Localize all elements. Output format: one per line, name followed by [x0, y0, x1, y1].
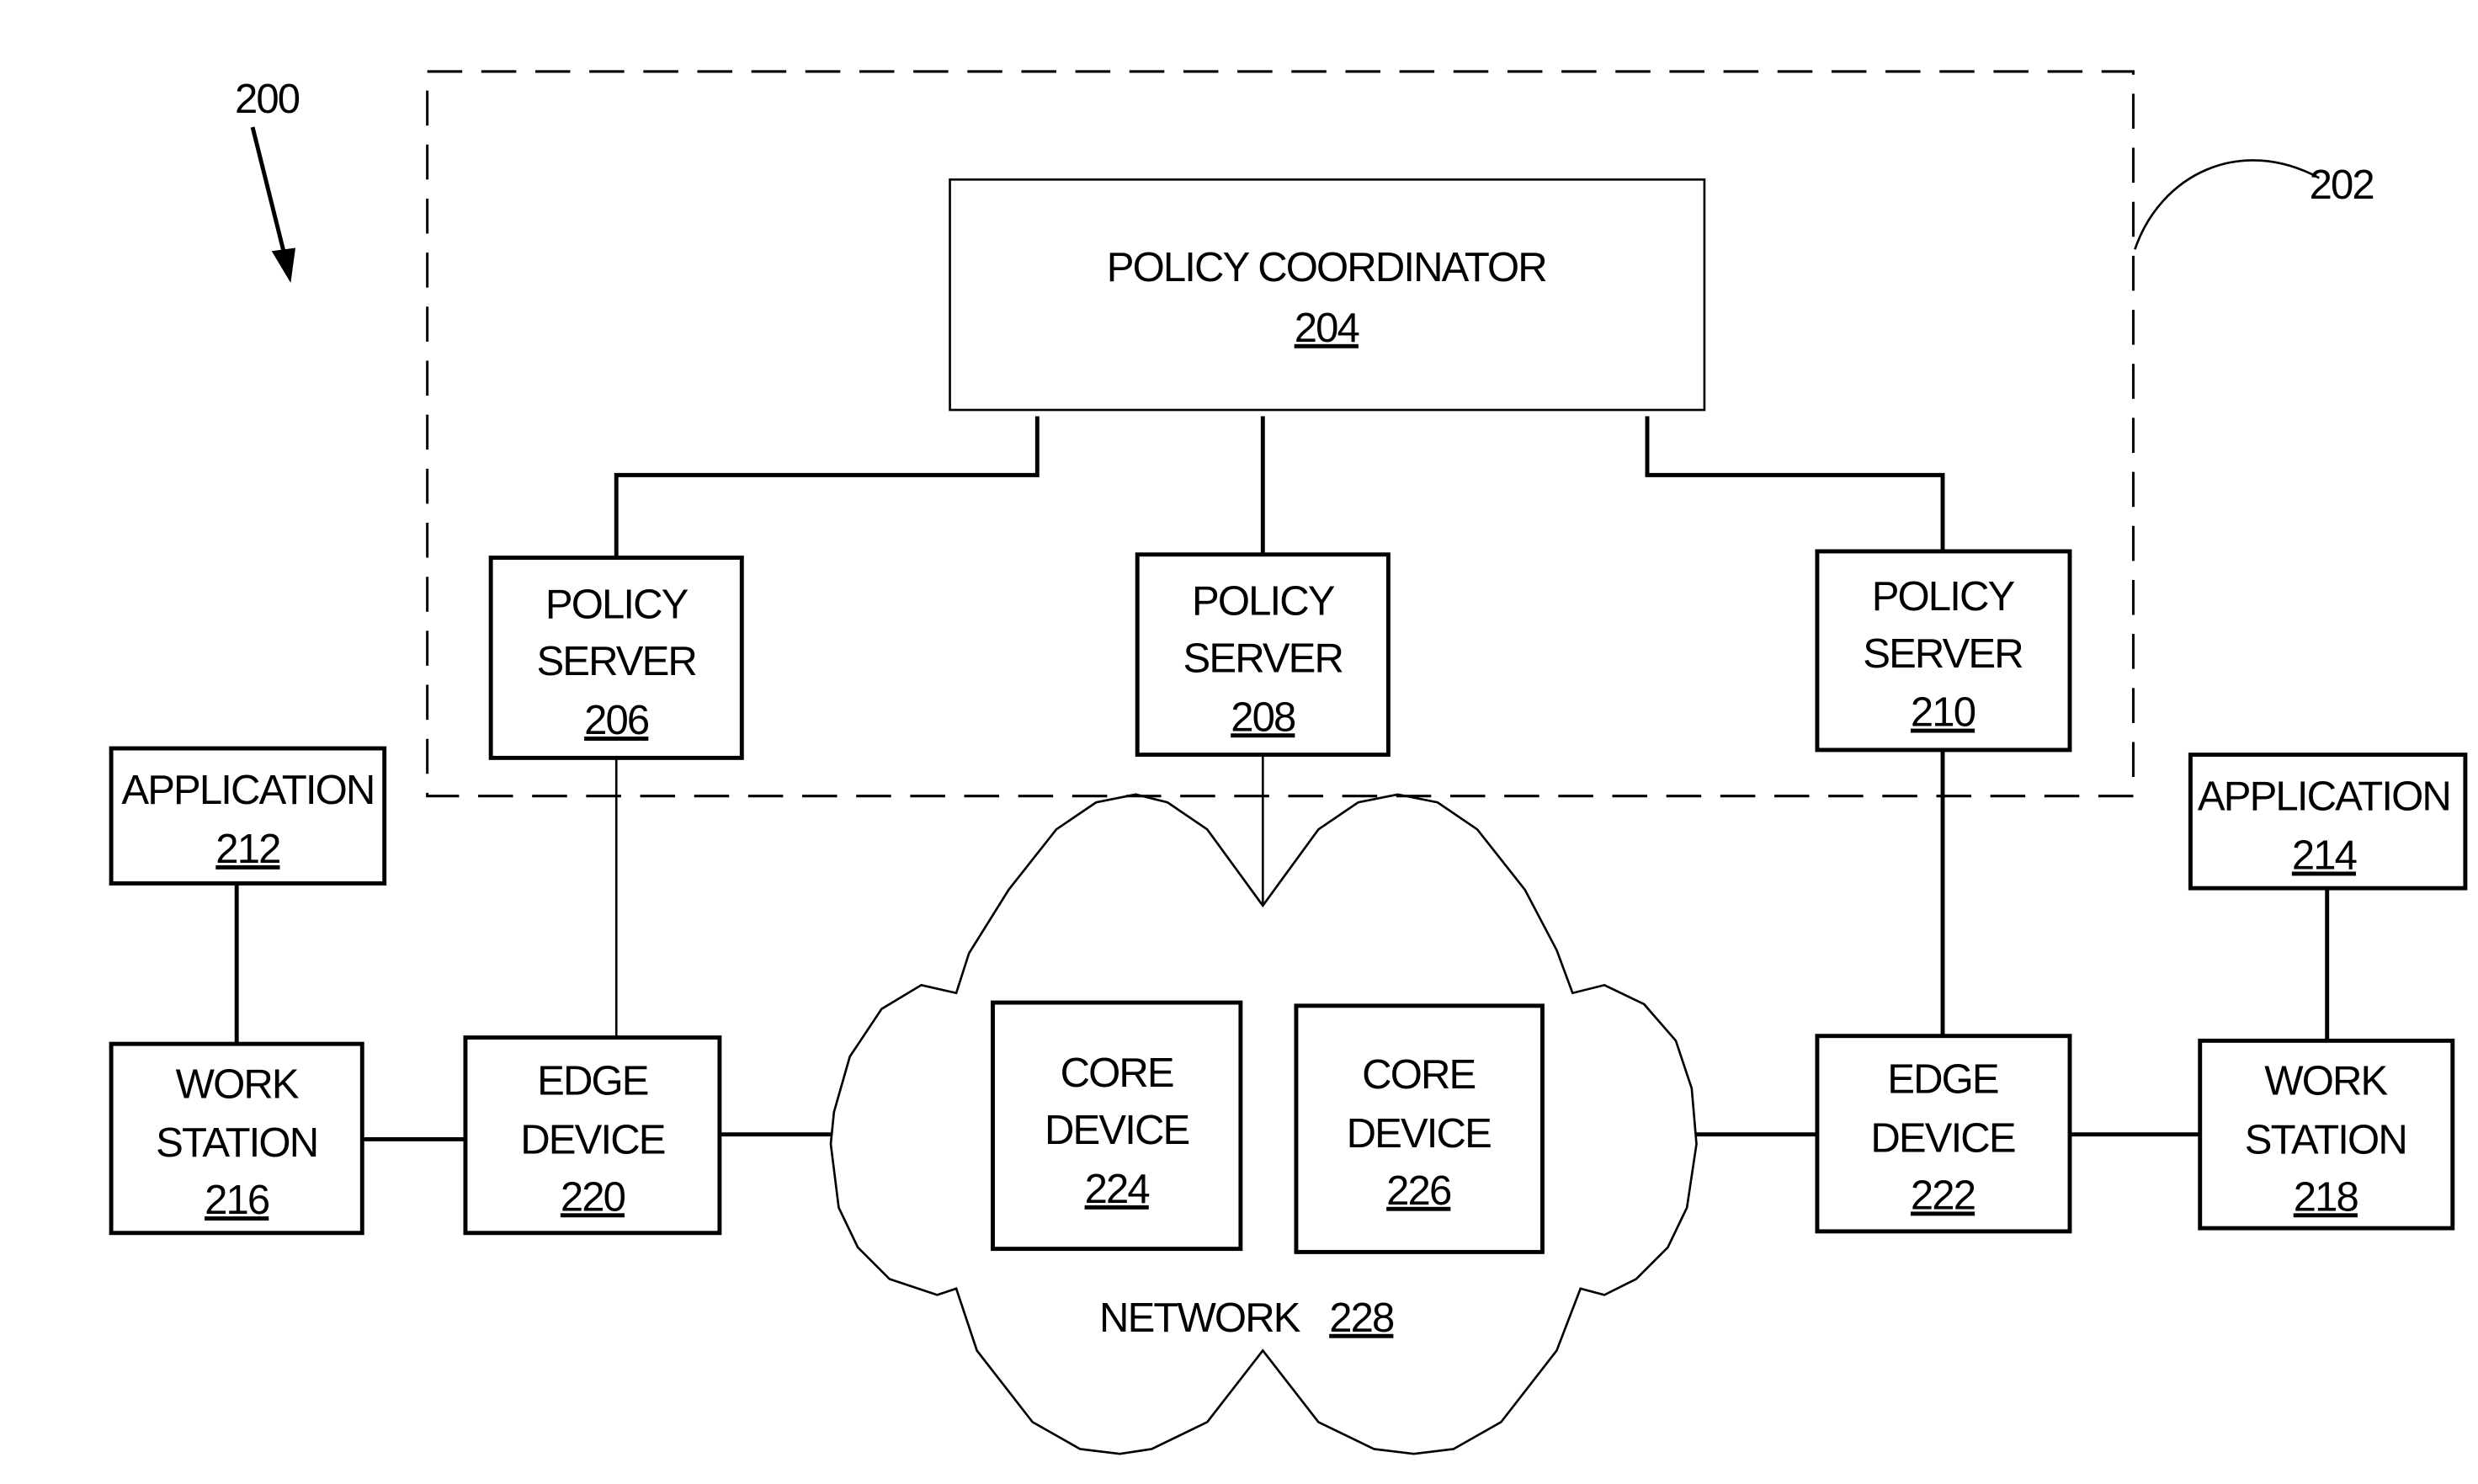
- network-policy-diagram: 200 202 NETWORK 228 POLICY COORDINATOR 2…: [109, 70, 2468, 1455]
- figure-reference-200: 200: [235, 77, 301, 283]
- figure-arrow-line: [250, 126, 287, 255]
- work-station-216[interactable]: WORK STATION 216: [109, 1041, 364, 1236]
- core-device-224-line2: DEVICE: [1045, 1108, 1188, 1153]
- figure-arrowhead-icon: [271, 247, 296, 283]
- edge-device-220-line2: DEVICE: [520, 1117, 664, 1162]
- wire-coordinator-server206: [614, 416, 1040, 558]
- core-device-224-ref: 224: [1085, 1167, 1150, 1212]
- core-device-226[interactable]: CORE DEVICE 226: [1294, 1003, 1545, 1254]
- policy-coordinator-204[interactable]: POLICY COORDINATOR 204: [949, 178, 1706, 412]
- application-214[interactable]: APPLICATION 214: [2188, 753, 2468, 891]
- policy-coordinator-box[interactable]: [949, 178, 1706, 412]
- connections: [234, 416, 2330, 1141]
- application-212-ref: 212: [215, 827, 279, 872]
- work-station-218-line1: WORK: [2264, 1059, 2388, 1104]
- wire-coordinator-server210: [1645, 416, 1945, 551]
- core-device-224-line1: CORE: [1061, 1051, 1173, 1096]
- policy-server-210-line1: POLICY: [1872, 574, 2015, 620]
- policy-server-206-line2: SERVER: [536, 639, 696, 684]
- policy-server-208[interactable]: POLICY SERVER 208: [1135, 552, 1391, 758]
- policy-domain-reference-202: 202: [2134, 159, 2375, 250]
- edge-device-222-line1: EDGE: [1887, 1057, 1998, 1103]
- policy-domain-leader-line: [2134, 159, 2320, 250]
- edge-device-220-ref: 220: [561, 1174, 625, 1220]
- policy-coordinator-label: POLICY COORDINATOR: [1107, 245, 1547, 290]
- policy-server-210-line2: SERVER: [1863, 631, 2023, 677]
- policy-domain-number: 202: [2310, 162, 2374, 208]
- edge-device-220[interactable]: EDGE DEVICE 220: [463, 1035, 722, 1236]
- policy-server-210-ref: 210: [1911, 690, 1975, 736]
- policy-server-208-line2: SERVER: [1183, 636, 1343, 681]
- application-214-ref: 214: [2292, 833, 2357, 879]
- edge-device-220-line1: EDGE: [537, 1059, 648, 1104]
- work-station-216-line2: STATION: [156, 1120, 317, 1166]
- core-device-226-line2: DEVICE: [1347, 1111, 1491, 1157]
- network-ref: 228: [1329, 1295, 1394, 1341]
- policy-server-210[interactable]: POLICY SERVER 210: [1815, 549, 2072, 753]
- policy-server-208-line1: POLICY: [1192, 578, 1335, 624]
- network-label: NETWORK: [1099, 1295, 1301, 1341]
- policy-coordinator-ref: 204: [1295, 306, 1359, 351]
- work-station-218[interactable]: WORK STATION 218: [2198, 1038, 2455, 1231]
- application-212-label: APPLICATION: [121, 768, 374, 813]
- core-device-226-line1: CORE: [1362, 1052, 1475, 1098]
- policy-server-206-ref: 206: [584, 698, 649, 743]
- work-station-218-ref: 218: [2294, 1174, 2358, 1220]
- edge-device-222-line2: DEVICE: [1870, 1115, 2014, 1161]
- policy-server-208-ref: 208: [1231, 694, 1295, 740]
- figure-number: 200: [235, 77, 300, 122]
- application-214-label: APPLICATION: [2198, 774, 2450, 820]
- policy-server-206[interactable]: POLICY SERVER 206: [488, 556, 744, 760]
- edge-device-222[interactable]: EDGE DEVICE 222: [1815, 1034, 2072, 1234]
- application-212[interactable]: APPLICATION 212: [109, 746, 387, 886]
- core-device-226-ref: 226: [1386, 1168, 1451, 1214]
- core-device-224[interactable]: CORE DEVICE 224: [991, 1000, 1243, 1252]
- work-station-216-ref: 216: [205, 1178, 269, 1223]
- edge-device-222-ref: 222: [1911, 1173, 1975, 1218]
- policy-server-206-line1: POLICY: [545, 582, 689, 627]
- work-station-216-line1: WORK: [176, 1061, 300, 1107]
- work-station-218-line2: STATION: [2245, 1117, 2406, 1162]
